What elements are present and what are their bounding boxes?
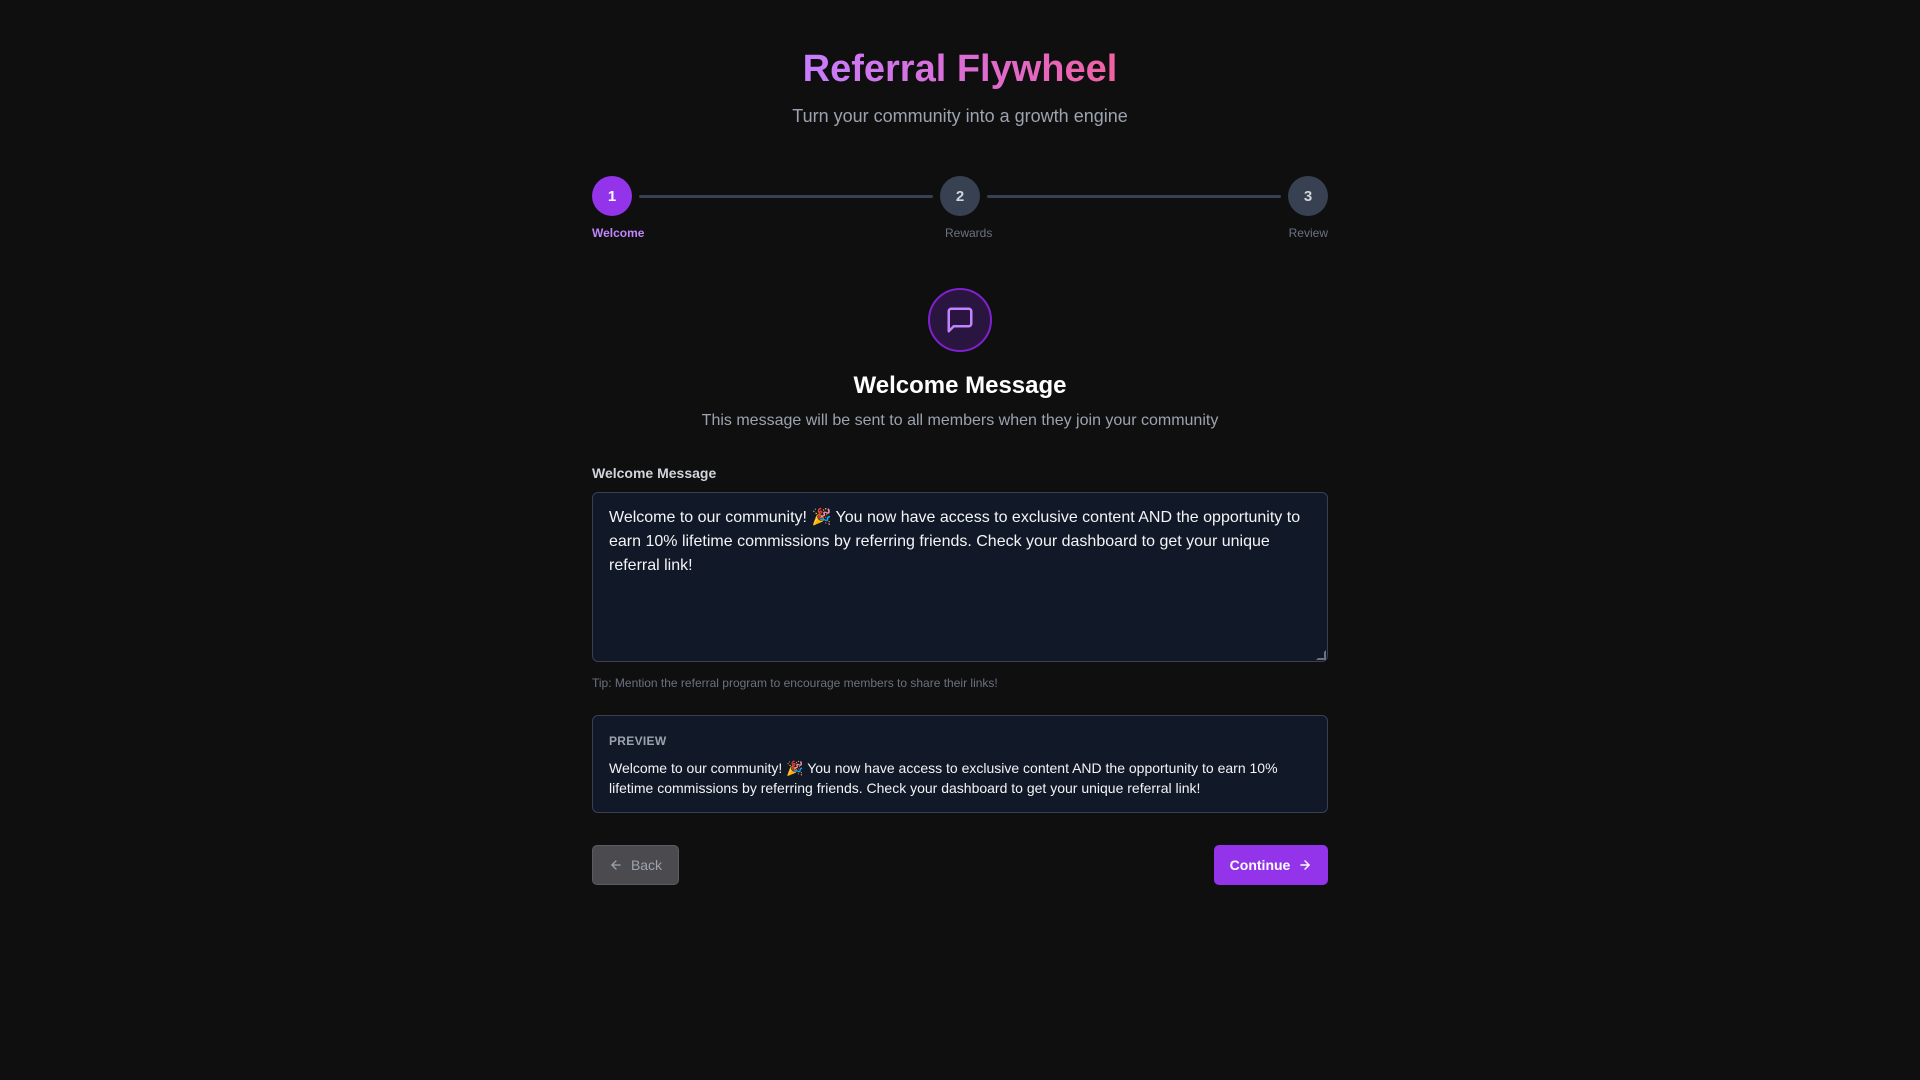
page-header: Referral Flywheel Turn your community in…	[0, 44, 1920, 128]
step-1-label: Welcome	[592, 226, 645, 240]
app-title: Referral Flywheel	[803, 44, 1118, 94]
section-title: Welcome Message	[853, 372, 1067, 399]
step-connector-1	[639, 195, 933, 198]
section-description: This message will be sent to all members…	[701, 412, 1219, 429]
arrow-left-icon	[609, 858, 623, 872]
step-1-indicator[interactable]: 1	[592, 176, 632, 216]
continue-button[interactable]: Continue	[1214, 845, 1328, 885]
continue-button-label: Continue	[1229, 857, 1291, 873]
step-3-indicator[interactable]: 3	[1288, 176, 1328, 216]
step-3-label: Review	[1288, 226, 1328, 240]
back-button[interactable]: Back	[592, 845, 679, 885]
welcome-message-label: Welcome Message	[592, 465, 717, 481]
step-2-label: Rewards	[945, 226, 993, 240]
welcome-message-textarea[interactable]: Welcome to our community! 🎉 You now have…	[592, 492, 1328, 662]
step-connector-2	[987, 195, 1281, 198]
tip-text: Tip: Mention the referral program to enc…	[592, 676, 998, 690]
preview-text: Welcome to our community! 🎉 You now have…	[609, 760, 1278, 796]
step-2-indicator[interactable]: 2	[940, 176, 980, 216]
message-square-icon	[928, 288, 992, 352]
back-button-label: Back	[630, 857, 663, 873]
app-subtitle: Turn your community into a growth engine	[792, 106, 1128, 126]
progress-stepper: 1 2 3 Welcome Rewards Review	[592, 176, 1328, 246]
arrow-right-icon	[1298, 858, 1312, 872]
preview-label: PREVIEW	[609, 734, 667, 748]
preview-box: PREVIEW Welcome to our community! 🎉 You …	[592, 715, 1328, 813]
onboarding-page: Referral Flywheel Turn your community in…	[0, 0, 1920, 1080]
